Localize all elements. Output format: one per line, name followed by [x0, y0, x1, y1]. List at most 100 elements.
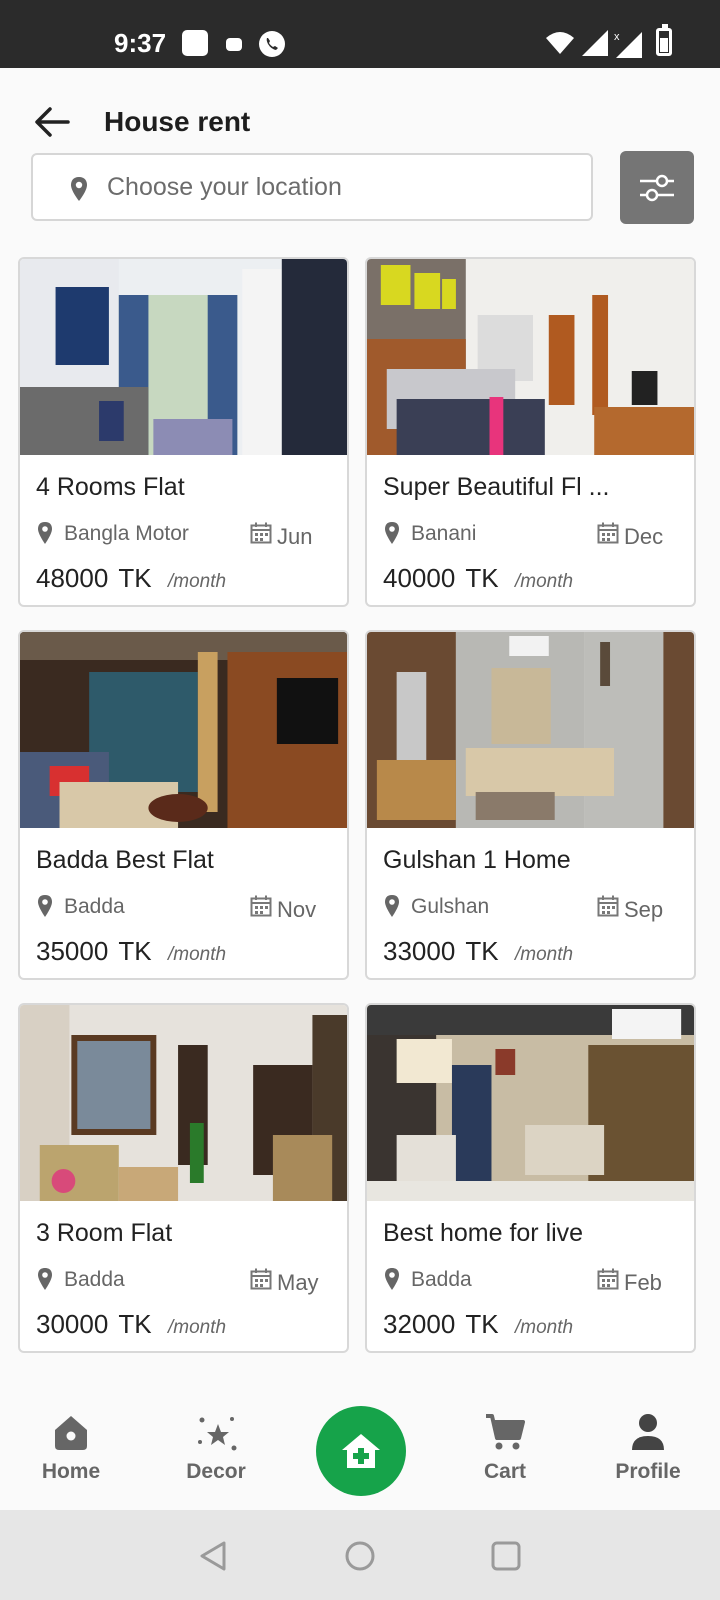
listing-month: Nov	[277, 897, 317, 922]
price-currency: TK	[118, 936, 152, 966]
listing-photo	[20, 1005, 347, 1201]
listing-card[interactable]: 4 Rooms Flat Bangla Motor Jun 48000 TK /m…	[18, 257, 349, 607]
listing-card[interactable]: Super Beautiful Fl ... Banani Dec 40000 T…	[365, 257, 696, 607]
back-arrow-icon[interactable]	[30, 100, 74, 144]
price-amount: 35000	[36, 936, 109, 966]
nav-cart[interactable]: Cart	[450, 1410, 560, 1500]
status-bar: 9:37 x	[0, 0, 720, 68]
listing-location: Badda	[64, 895, 125, 918]
notification-icon	[182, 30, 208, 56]
listing-month: Sep	[624, 897, 664, 922]
filter-sliders-icon	[640, 174, 674, 202]
calendar-icon	[250, 895, 272, 917]
price-period: /month	[515, 944, 574, 965]
price-amount: 48000	[36, 563, 109, 593]
nav-profile[interactable]: Profile	[593, 1410, 703, 1500]
location-pin-icon	[385, 522, 399, 544]
add-listing-button[interactable]	[316, 1406, 406, 1496]
nav-decor[interactable]: Decor	[161, 1410, 271, 1500]
listing-month: Feb	[624, 1270, 662, 1295]
listing-photo	[20, 632, 347, 828]
listing-location: Gulshan	[411, 895, 490, 918]
calendar-icon	[250, 522, 272, 544]
location-input[interactable]	[107, 165, 577, 209]
price-period: /month	[168, 944, 227, 965]
listing-price: 33000 TK	[383, 936, 499, 967]
signal-no-data-icon: x	[614, 31, 642, 58]
listing-photo	[367, 1005, 694, 1201]
page-title: House rent	[104, 106, 251, 137]
battery-icon	[656, 24, 672, 56]
listing-title: Super Beautiful Fl ...	[383, 473, 610, 501]
listing-title: 4 Rooms Flat	[36, 473, 185, 501]
system-home-icon[interactable]	[344, 1540, 376, 1572]
home-icon	[55, 1416, 87, 1450]
location-pin-icon	[71, 177, 87, 201]
status-time: 9:37	[114, 28, 167, 58]
listing-title: 3 Room Flat	[36, 1219, 173, 1247]
nav-profile-label: Profile	[615, 1460, 681, 1483]
location-search[interactable]	[31, 153, 593, 221]
listing-price: 40000 TK	[383, 563, 499, 594]
price-currency: TK	[465, 1309, 499, 1339]
svg-text:x: x	[614, 31, 620, 43]
listing-title: Best home for live	[383, 1219, 584, 1247]
price-period: /month	[515, 1317, 574, 1338]
listing-price: 48000 TK	[36, 563, 152, 594]
system-back-icon[interactable]	[198, 1540, 230, 1572]
whatsapp-icon	[259, 31, 285, 57]
listing-month: Jun	[277, 524, 313, 549]
calendar-icon	[250, 1268, 272, 1290]
system-nav-bar	[0, 1510, 720, 1600]
add-home-icon	[342, 1434, 380, 1468]
cart-icon	[486, 1414, 525, 1450]
listing-card[interactable]: Best home for live Badda Feb 32000 TK /mo…	[365, 1003, 696, 1353]
nav-cart-label: Cart	[483, 1460, 526, 1483]
price-currency: TK	[118, 1309, 152, 1339]
chat-icon	[226, 38, 242, 51]
location-pin-icon	[385, 895, 399, 917]
listing-month: May	[277, 1270, 319, 1295]
location-pin-icon	[38, 1268, 52, 1290]
listing-location: Badda	[411, 1268, 472, 1291]
stars-decor-icon	[198, 1417, 237, 1451]
price-period: /month	[168, 571, 227, 592]
listing-location: Bangla Motor	[64, 522, 189, 545]
listing-location: Banani	[411, 522, 477, 545]
bottom-nav: Home Decor Cart Profile	[0, 1380, 720, 1510]
calendar-icon	[597, 522, 619, 544]
listing-card[interactable]: 3 Room Flat Badda May 30000 TK /month	[18, 1003, 349, 1353]
listing-price: 35000 TK	[36, 936, 152, 967]
price-amount: 33000	[383, 936, 456, 966]
listing-title: Gulshan 1 Home	[383, 846, 571, 874]
filter-button[interactable]	[620, 151, 694, 224]
calendar-icon	[597, 1268, 619, 1290]
location-pin-icon	[38, 895, 52, 917]
listing-card[interactable]: Gulshan 1 Home Gulshan Sep 33000 TK /mont…	[365, 630, 696, 980]
signal-icon	[582, 30, 608, 56]
location-pin-icon	[385, 1268, 399, 1290]
price-period: /month	[168, 1317, 227, 1338]
listing-location: Badda	[64, 1268, 125, 1291]
location-pin-icon	[38, 522, 52, 544]
price-amount: 30000	[36, 1309, 109, 1339]
listing-price: 30000 TK	[36, 1309, 152, 1340]
price-period: /month	[515, 571, 574, 592]
listing-photo	[20, 259, 347, 455]
listing-price: 32000 TK	[383, 1309, 499, 1340]
listing-card[interactable]: Badda Best Flat Badda Nov 35000 TK /month	[18, 630, 349, 980]
nav-home[interactable]: Home	[16, 1410, 126, 1500]
price-currency: TK	[465, 936, 499, 966]
price-currency: TK	[465, 563, 499, 593]
price-amount: 40000	[383, 563, 456, 593]
price-amount: 32000	[383, 1309, 456, 1339]
system-recents-icon[interactable]	[490, 1540, 522, 1572]
nav-home-label: Home	[41, 1460, 101, 1483]
listing-month: Dec	[624, 524, 664, 549]
price-currency: TK	[118, 563, 152, 593]
calendar-icon	[597, 895, 619, 917]
profile-icon	[632, 1414, 664, 1450]
wifi-icon	[546, 32, 574, 54]
listing-photo	[367, 259, 694, 455]
listing-photo	[367, 632, 694, 828]
